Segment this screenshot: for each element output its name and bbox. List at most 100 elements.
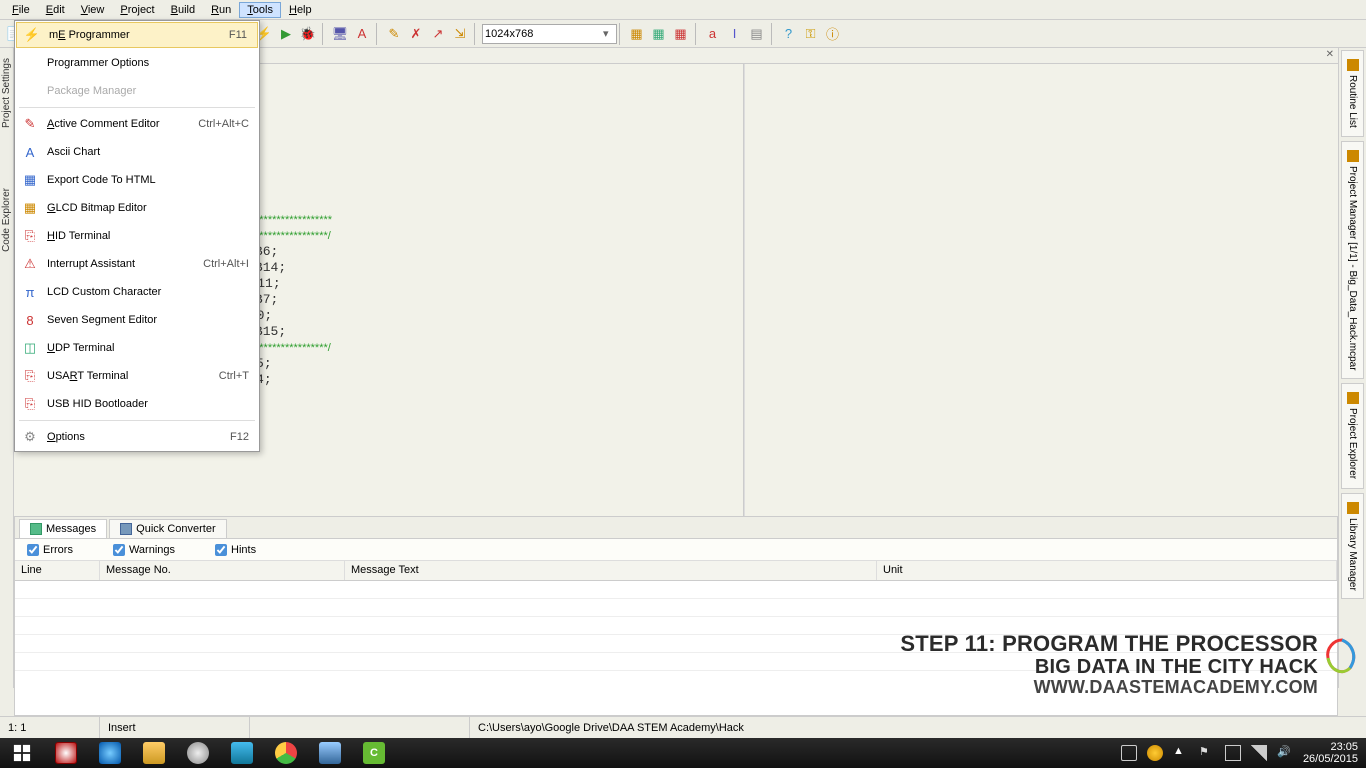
left-tab-code-explorer[interactable]: Code Explorer	[1, 188, 12, 252]
img1-icon[interactable]: ▦	[627, 24, 647, 44]
menu-item-label: Package Manager	[47, 85, 241, 97]
menu-item-hid-terminal[interactable]: ⎘ HID Terminal	[15, 222, 259, 250]
right-tab-routine[interactable]: Routine List	[1341, 50, 1364, 137]
menu-item-usb-hid-bootloader[interactable]: ⎘ USB HID Bootloader	[15, 390, 259, 418]
grid-icon[interactable]: ▤	[747, 24, 767, 44]
uncomment-icon[interactable]: ✗	[406, 24, 426, 44]
column-message-text[interactable]: Message Text	[345, 561, 877, 580]
taskbar-item-store[interactable]	[220, 738, 264, 768]
menu-item-programmer-options[interactable]: Programmer Options	[15, 49, 259, 77]
menu-separator	[19, 420, 255, 421]
filter-checkbox[interactable]	[113, 544, 125, 556]
menu-item-glcd-bitmap-editor[interactable]: ▦GLCD Bitmap Editor	[15, 194, 259, 222]
filter-hints[interactable]: Hints	[215, 544, 256, 556]
img2-icon[interactable]: ▦	[649, 24, 669, 44]
overlay-logo-icon	[1322, 636, 1362, 676]
statusbar: 1: 1 Insert C:\Users\ayo\Google Drive\DA…	[0, 716, 1366, 738]
toolbar-separator	[619, 23, 623, 45]
volume-icon[interactable]: 🔊	[1277, 745, 1293, 761]
toolbar-separator	[376, 23, 380, 45]
tab-quick-converter[interactable]: Quick Converter	[109, 519, 226, 538]
taskbar-item-mcafee[interactable]	[44, 738, 88, 768]
monitor-icon[interactable]: 🖥	[330, 24, 350, 44]
filter-errors[interactable]: Errors	[27, 544, 73, 556]
filter-warnings[interactable]: Warnings	[113, 544, 175, 556]
menu-item-label: HID Terminal	[47, 230, 241, 242]
start-button[interactable]	[0, 738, 44, 768]
menu-item-interrupt-assistant[interactable]: ⚠Interrupt AssistantCtrl+Alt+I	[15, 250, 259, 278]
menu-item-label: Export Code To HTML	[47, 174, 241, 186]
menu-item-lcd-custom-character[interactable]: πLCD Custom Character	[15, 278, 259, 306]
filter-checkbox[interactable]	[215, 544, 227, 556]
toolbar-separator	[322, 23, 326, 45]
taskbar-item-ie[interactable]	[88, 738, 132, 768]
menu-item-icon: ⎘	[21, 395, 39, 413]
help-icon[interactable]: ?	[779, 24, 799, 44]
taskbar-item-explorer[interactable]	[132, 738, 176, 768]
menu-item-ascii-chart[interactable]: AAscii Chart	[15, 138, 259, 166]
menu-project[interactable]: Project	[112, 2, 162, 18]
column-message-no-[interactable]: Message No.	[100, 561, 345, 580]
menu-build[interactable]: Build	[163, 2, 203, 18]
menu-item-export-code-to-html[interactable]: ▦Export Code To HTML	[15, 166, 259, 194]
about-icon[interactable]: ⓘ	[823, 24, 843, 44]
taskbar-item-chrome[interactable]	[264, 738, 308, 768]
char-i-icon[interactable]: I	[725, 24, 745, 44]
menu-run[interactable]: Run	[203, 2, 239, 18]
filter-checkbox[interactable]	[27, 544, 39, 556]
menu-item-seven-segment-editor[interactable]: 8Seven Segment Editor	[15, 306, 259, 334]
tab-messages[interactable]: Messages	[19, 519, 107, 538]
menu-help[interactable]: Help	[281, 2, 320, 18]
taskbar-item-app1[interactable]	[308, 738, 352, 768]
taskbar-item-hp[interactable]	[176, 738, 220, 768]
menu-item-icon	[21, 54, 39, 72]
battery-icon[interactable]	[1225, 745, 1241, 761]
menu-item-active-comment-editor[interactable]: ✎Active Comment EditorCtrl+Alt+C	[15, 110, 259, 138]
menu-view[interactable]: View	[73, 2, 113, 18]
menu-tools[interactable]: Tools	[239, 2, 281, 18]
menu-item-icon: ◫	[21, 339, 39, 357]
right-tab-project[interactable]: Project Manager [1/1] - Big_Data_Hack.mc…	[1341, 141, 1364, 380]
status-filepath: C:\Users\ayo\Google Drive\DAA STEM Acade…	[470, 717, 1366, 738]
clock-date: 26/05/2015	[1303, 753, 1358, 765]
menu-item-usart-terminal[interactable]: ⎘USART TerminalCtrl+T	[15, 362, 259, 390]
right-tab-project[interactable]: Project Explorer	[1341, 383, 1364, 488]
comment-icon[interactable]: ✎	[384, 24, 404, 44]
left-tab-project-settings[interactable]: Project Settings	[1, 58, 12, 128]
export-icon[interactable]: ↗	[428, 24, 448, 44]
menu-item-options[interactable]: ⚙OptionsF12	[15, 423, 259, 451]
network-icon[interactable]	[1251, 745, 1267, 761]
font-icon[interactable]: A	[352, 24, 372, 44]
menu-item-icon: ▦	[21, 199, 39, 217]
table-row	[15, 599, 1337, 617]
messages-filters: Errors Warnings Hints	[15, 539, 1337, 561]
menu-file[interactable]: File	[4, 2, 38, 18]
menu-item-icon: ⎘	[21, 227, 39, 245]
taskbar-clock[interactable]: 23:05 26/05/2015	[1303, 741, 1358, 765]
key-icon[interactable]: ⚿	[801, 24, 821, 44]
resolution-combo[interactable]	[482, 24, 617, 44]
debug-icon[interactable]: 🐞	[298, 24, 318, 44]
tutorial-overlay: STEP 11: PROGRAM THE PROCESSOR BIG DATA …	[900, 632, 1318, 698]
messages-tabs: MessagesQuick Converter	[15, 517, 1337, 539]
export2-icon[interactable]: ⇲	[450, 24, 470, 44]
menu-item-me-programmer[interactable]: ⚡mE ProgrammerF11	[16, 22, 258, 48]
menu-item-label: Options	[47, 431, 222, 443]
menu-edit[interactable]: Edit	[38, 2, 73, 18]
char-a-icon[interactable]: a	[703, 24, 723, 44]
column-unit[interactable]: Unit	[877, 561, 1337, 580]
right-tab-library[interactable]: Library Manager	[1341, 493, 1364, 600]
column-line[interactable]: Line	[15, 561, 100, 580]
menu-item-label: LCD Custom Character	[47, 286, 241, 298]
overlay-line3: WWW.DAASTEMACADEMY.COM	[900, 678, 1318, 698]
tray-chevron-icon[interactable]: ▲	[1173, 745, 1189, 761]
taskbar-item-mikroc[interactable]: C	[352, 738, 396, 768]
keyboard-icon[interactable]	[1121, 745, 1137, 761]
run-icon[interactable]: ▶	[276, 24, 296, 44]
action-center-icon[interactable]	[1147, 745, 1163, 761]
menu-item-udp-terminal[interactable]: ◫UDP Terminal	[15, 334, 259, 362]
img3-icon[interactable]: ▦	[671, 24, 691, 44]
flag-icon[interactable]: ⚑	[1199, 745, 1215, 761]
menu-item-label: USB HID Bootloader	[47, 398, 241, 410]
close-icon[interactable]: ✕	[1326, 49, 1334, 60]
